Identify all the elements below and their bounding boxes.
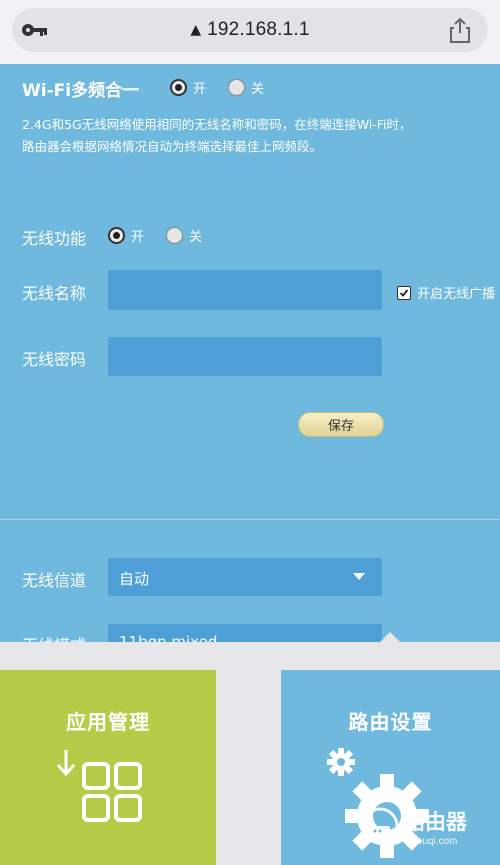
app-management-title: 应用管理 (66, 710, 150, 734)
wireless-name-label: 无线名称 (22, 284, 87, 303)
watermark: 路由器 luyouqi.com (360, 800, 500, 860)
broadcast-checkbox[interactable] (397, 285, 411, 300)
router-logo-icon (361, 807, 399, 845)
warning-triangle-icon: ▲ (190, 22, 202, 38)
chevron-down-icon (353, 573, 365, 580)
section-divider (0, 519, 500, 520)
wifi-merge-off-option[interactable]: 关 (228, 78, 264, 97)
radio-off-icon[interactable] (166, 227, 183, 244)
wireless-channel-label: 无线信道 (22, 571, 87, 590)
url-row[interactable]: ▲ 192.168.1.1 (0, 8, 500, 52)
wireless-name-input[interactable] (108, 270, 382, 310)
broadcast-option[interactable]: 开启无线广播 (397, 283, 495, 302)
app-grid-icon (56, 750, 142, 822)
radio-off-icon[interactable] (228, 79, 245, 96)
wireless-password-input[interactable] (108, 337, 382, 376)
wireless-function-label: 无线功能 (22, 229, 87, 248)
url-text: 192.168.1.1 (207, 19, 310, 40)
wifi-merge-on-label: 开 (193, 82, 207, 97)
watermark-site: luyouqi.com (404, 836, 458, 847)
save-button[interactable]: 保存 (298, 412, 384, 437)
broadcast-label: 开启无线广播 (417, 287, 496, 302)
wireless-channel-select[interactable]: 自动 (108, 558, 382, 596)
radio-on-icon[interactable] (108, 227, 125, 244)
watermark-name: 路由器 (404, 810, 467, 834)
wireless-off-label: 关 (189, 230, 203, 245)
share-icon[interactable] (448, 16, 472, 44)
router-settings-title: 路由设置 (348, 710, 433, 734)
wifi-merge-off-label: 关 (251, 82, 265, 97)
wireless-password-label: 无线密码 (22, 350, 87, 369)
overlay-notch (380, 632, 400, 642)
wifi-merge-title: Wi-Fi多频合一 (22, 81, 140, 101)
radio-on-icon[interactable] (170, 79, 187, 96)
wireless-off-option[interactable]: 关 (166, 226, 202, 245)
wifi-merge-description-2: 路由器会根据网络情况自动为终端选择最佳上网频段。 (22, 139, 323, 154)
wifi-merge-on-option[interactable]: 开 (170, 78, 206, 97)
wireless-on-option[interactable]: 开 (108, 226, 144, 245)
wifi-merge-description-1: 2.4G和5G无线网络使用相同的无线名称和密码，在终端连接Wi-Fi时， (22, 117, 412, 132)
wireless-channel-value: 自动 (119, 570, 150, 588)
app-management-tile[interactable]: 应用管理 (0, 670, 216, 865)
wireless-on-label: 开 (131, 230, 145, 245)
